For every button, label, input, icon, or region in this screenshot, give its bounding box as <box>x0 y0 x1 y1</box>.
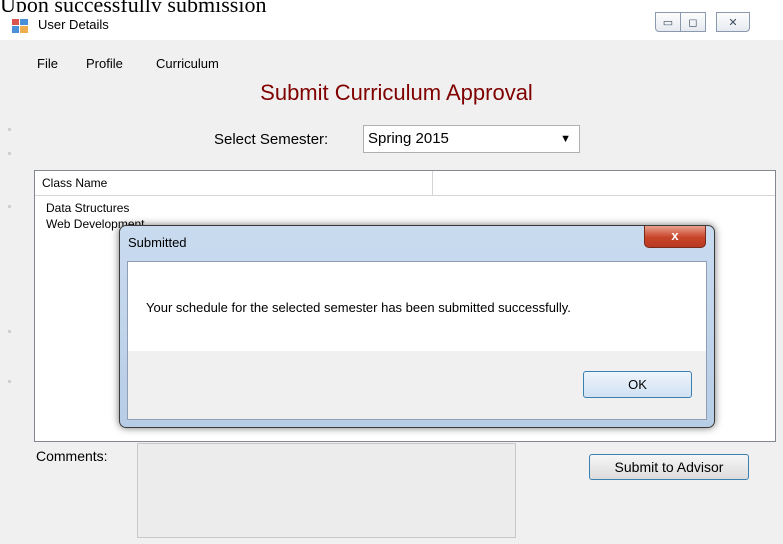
edge-mark <box>8 205 11 208</box>
dialog-close-button[interactable]: x <box>644 226 706 248</box>
column-header-label: Class Name <box>42 176 108 190</box>
maximize-icon: ◻ <box>688 16 698 29</box>
class-list-header: Class Name <box>35 171 775 196</box>
minimize-button[interactable]: ▭ <box>655 12 681 32</box>
submit-to-advisor-button[interactable]: Submit to Advisor <box>589 454 749 480</box>
maximize-button[interactable]: ◻ <box>680 12 706 32</box>
semester-value: Spring 2015 <box>368 130 449 147</box>
menu-profile[interactable]: Profile <box>86 56 123 71</box>
dialog-body: Your schedule for the selected semester … <box>127 261 707 420</box>
page-title: Submit Curriculum Approval <box>260 80 533 105</box>
close-button[interactable]: ✕ <box>716 12 750 32</box>
window-titlebar[interactable]: User Details ▭ ◻ ✕ <box>0 12 783 40</box>
ok-button[interactable]: OK <box>583 371 692 398</box>
submitted-dialog: Submitted x Your schedule for the select… <box>119 225 715 428</box>
dialog-message: Your schedule for the selected semester … <box>146 300 571 315</box>
edge-mark <box>8 330 11 333</box>
edge-mark <box>8 128 11 131</box>
menu-bar: File Profile Curriculum <box>0 52 783 74</box>
column-class-name[interactable]: Class Name <box>35 171 433 195</box>
comments-label: Comments: <box>36 448 108 464</box>
close-icon: x <box>671 228 679 243</box>
comments-field[interactable] <box>137 443 516 538</box>
window-title: User Details <box>38 17 109 32</box>
semester-dropdown[interactable]: Spring 2015 ▼ <box>363 125 580 153</box>
edge-mark <box>8 380 11 383</box>
semester-label: Select Semester: <box>214 131 329 148</box>
app-icon <box>12 19 28 33</box>
close-icon: ✕ <box>728 16 738 29</box>
chevron-down-icon: ▼ <box>560 133 571 145</box>
menu-curriculum[interactable]: Curriculum <box>156 56 219 71</box>
dialog-footer: OK <box>128 351 706 419</box>
dialog-title: Submitted <box>128 235 187 250</box>
edge-mark <box>8 152 11 155</box>
menu-file[interactable]: File <box>37 56 58 71</box>
list-item[interactable]: Data Structures <box>46 201 129 215</box>
minimize-icon: ▭ <box>662 16 674 29</box>
